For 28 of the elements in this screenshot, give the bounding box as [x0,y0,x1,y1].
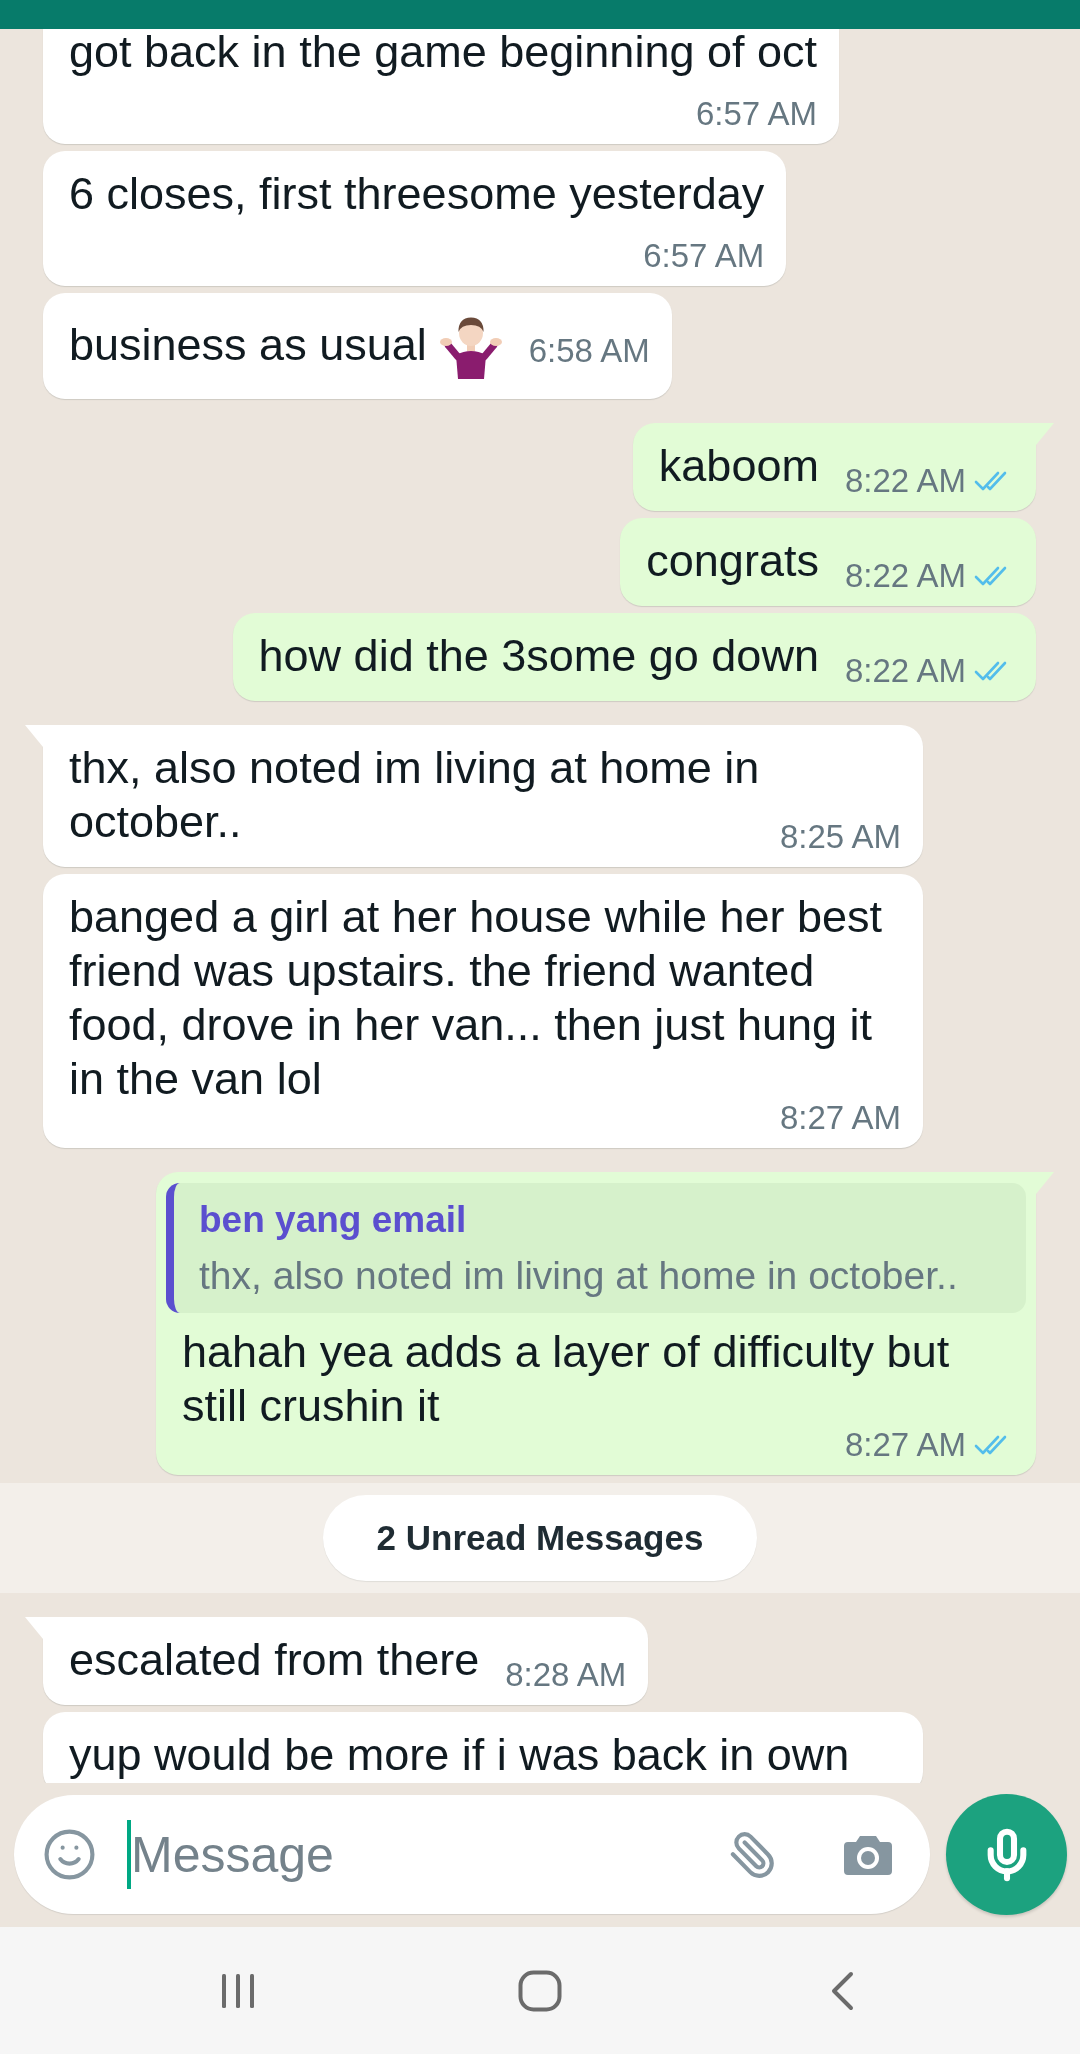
emoji-icon[interactable] [42,1827,97,1882]
message-time: 8:22 AM [844,558,966,594]
message-time: 8:22 AM [844,463,966,499]
home-icon[interactable] [518,1969,562,2012]
camera-icon[interactable] [843,1833,893,1876]
message-text: escalated from there [69,1634,480,1685]
recent-apps-icon[interactable] [220,1972,256,2009]
message-text: 6 closes, first threesome yesterday [69,168,765,219]
quote-author: ben yang email [199,1198,468,1242]
message-text: congrats [646,535,819,586]
message-time: 6:57 AM [643,238,765,274]
message-text: how did the 3some go down [258,630,819,681]
message-time: 6:58 AM [528,333,650,369]
message-time: 6:57 AM [695,96,817,132]
message-text: kaboom [658,440,819,491]
message-text: yup would be more if i was back in own [69,1729,850,1780]
message-text: thx, also noted im living at home in october.. [69,742,761,847]
unread-messages-label: 2 Unread Messages [322,1495,758,1581]
back-icon[interactable] [829,1970,855,2011]
message-text: business as usual [69,318,427,370]
quoted-message[interactable]: ben yang email thx, also noted im living at home in october.. [166,1183,1026,1313]
message-time: 8:22 AM [844,653,966,689]
message-time: 8:28 AM [505,1657,627,1693]
message-text: got back in the game beginning of oct [69,29,817,77]
message-time: 8:25 AM [779,819,901,855]
message-input[interactable]: Message [131,1822,700,1887]
message-field[interactable]: Message [14,1795,930,1914]
quote-text: thx, also noted im living at home in october.. [199,1253,959,1299]
